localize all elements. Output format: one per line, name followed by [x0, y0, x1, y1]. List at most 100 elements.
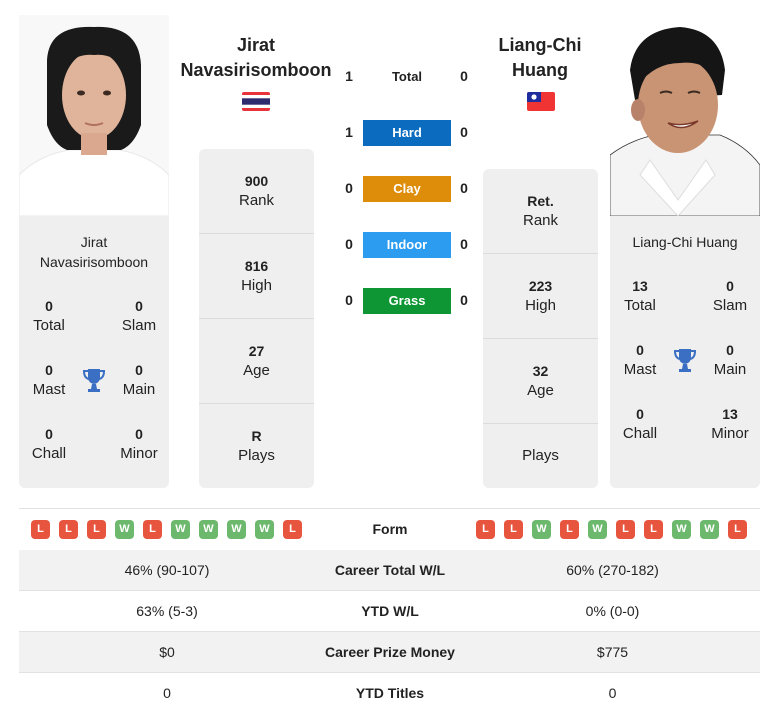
title-count: 0: [726, 278, 734, 294]
player1-plays: R Plays: [199, 404, 314, 488]
player2-titles-minor: 13 Minor: [700, 404, 760, 444]
form-result-badge[interactable]: L: [616, 520, 635, 539]
title-count: 0: [45, 362, 53, 378]
row-label: YTD Titles: [355, 685, 425, 701]
form-result-badge[interactable]: L: [143, 520, 162, 539]
surface-hard-button[interactable]: Hard: [363, 120, 451, 146]
title-label: Slam: [712, 297, 748, 314]
title-label: Mast: [623, 361, 657, 378]
player2-titles-mast: 0 Mast: [610, 340, 670, 380]
title-count: 0: [45, 426, 53, 442]
player2-titles-total: 13 Total: [610, 276, 670, 316]
h2h-total-label: Total: [391, 69, 423, 84]
surface-grass-button[interactable]: Grass: [363, 288, 451, 314]
player2-name[interactable]: Liang-Chi Huang: [470, 33, 610, 83]
title-count: 0: [636, 342, 644, 358]
form-result-badge[interactable]: W: [171, 520, 190, 539]
form-result-badge[interactable]: W: [199, 520, 218, 539]
title-count: 13: [632, 278, 648, 294]
surface-indoor-button[interactable]: Indoor: [363, 232, 451, 258]
stat-label: Age: [243, 362, 270, 379]
h2h-p1-hard: 1: [345, 124, 353, 140]
player2-last-name: Huang: [512, 60, 568, 80]
title-count: 0: [726, 342, 734, 358]
row-label: Career Total W/L: [334, 562, 446, 578]
h2h-p1-clay: 0: [345, 180, 353, 196]
player2-photo-image: [610, 15, 760, 216]
title-label: Main: [713, 361, 747, 378]
player2-high: 223 High: [483, 254, 598, 339]
stat-label: Age: [527, 382, 554, 399]
h2h-p2-grass: 0: [460, 292, 468, 308]
comparison-row-ytd-titles: 0 YTD Titles 0: [19, 673, 760, 714]
form-result-badge[interactable]: L: [504, 520, 523, 539]
player2-first-name: Liang-Chi: [498, 35, 582, 55]
title-label: Minor: [120, 445, 158, 462]
form-result-badge[interactable]: W: [227, 520, 246, 539]
title-count: 13: [722, 406, 738, 422]
form-result-badge[interactable]: W: [255, 520, 274, 539]
form-result-badge[interactable]: L: [59, 520, 78, 539]
row-label: YTD W/L: [361, 603, 419, 619]
title-label: Minor: [711, 425, 749, 442]
stat-value: 223: [528, 278, 553, 294]
taiwan-flag-icon: [527, 92, 555, 111]
stat-value: 32: [532, 363, 549, 379]
player1-value: $0: [159, 644, 175, 660]
form-result-badge[interactable]: L: [476, 520, 495, 539]
title-label: Main: [122, 381, 156, 398]
player2-stats-card: Ret. Rank 223 High 32 Age Plays: [483, 169, 598, 488]
title-label: Chall: [31, 445, 67, 462]
player2-age: 32 Age: [483, 339, 598, 424]
player2-value: 60% (270-182): [566, 562, 659, 578]
stat-label: Plays: [522, 447, 559, 464]
player1-titles-chall: 0 Chall: [19, 424, 79, 464]
player1-value: 46% (90-107): [124, 562, 210, 578]
form-result-badge[interactable]: L: [728, 520, 747, 539]
trophy-icon: [673, 347, 697, 373]
form-result-badge[interactable]: W: [115, 520, 134, 539]
player2-value: $775: [596, 644, 629, 660]
player1-titles-main: 0 Main: [109, 360, 169, 400]
player1-age: 27 Age: [199, 319, 314, 404]
player1-titles-mast: 0 Mast: [19, 360, 79, 400]
trophy-icon: [82, 367, 106, 393]
player2-photo: [610, 15, 760, 216]
player2-rank: Ret. Rank: [483, 169, 598, 254]
title-label: Chall: [622, 425, 658, 442]
form-result-badge[interactable]: W: [672, 520, 691, 539]
surface-clay-button[interactable]: Clay: [363, 176, 451, 202]
form-result-badge[interactable]: L: [283, 520, 302, 539]
h2h-p1-grass: 0: [345, 292, 353, 308]
h2h-p2-indoor: 0: [460, 236, 468, 252]
comparison-row-ytd-wl: 63% (5-3) YTD W/L 0% (0-0): [19, 591, 760, 632]
form-result-badge[interactable]: W: [532, 520, 551, 539]
form-result-badge[interactable]: L: [560, 520, 579, 539]
player2-titles-card: Liang-Chi Huang 13 Total 0 Slam 0 Mast 0…: [610, 216, 760, 488]
h2h-p1-indoor: 0: [345, 236, 353, 252]
h2h-p2-clay: 0: [460, 180, 468, 196]
stat-value: R: [251, 428, 262, 444]
player1-value: 0: [163, 685, 171, 701]
player2-plays: Plays: [483, 424, 598, 488]
title-count: 0: [135, 426, 143, 442]
stat-label: Plays: [238, 447, 275, 464]
player2-value: 0% (0-0): [585, 603, 640, 619]
form-result-badge[interactable]: L: [87, 520, 106, 539]
title-count: 0: [636, 406, 644, 422]
title-label: Total: [624, 297, 656, 314]
stat-value: 27: [248, 343, 265, 359]
player2-titles-main: 0 Main: [700, 340, 760, 380]
form-result-badge[interactable]: L: [31, 520, 50, 539]
row-label: Career Prize Money: [325, 644, 455, 660]
stat-value: Ret.: [527, 193, 554, 209]
form-result-badge[interactable]: L: [644, 520, 663, 539]
player1-value: 63% (5-3): [136, 603, 198, 619]
form-result-badge[interactable]: W: [700, 520, 719, 539]
player2-titles-chall: 0 Chall: [610, 404, 670, 444]
form-result-badge[interactable]: W: [588, 520, 607, 539]
comparison-row-prize-money: $0 Career Prize Money $775: [19, 632, 760, 673]
title-label: Mast: [32, 381, 66, 398]
title-count: 0: [135, 362, 143, 378]
comparison-row-career-wl: 46% (90-107) Career Total W/L 60% (270-1…: [19, 550, 760, 591]
